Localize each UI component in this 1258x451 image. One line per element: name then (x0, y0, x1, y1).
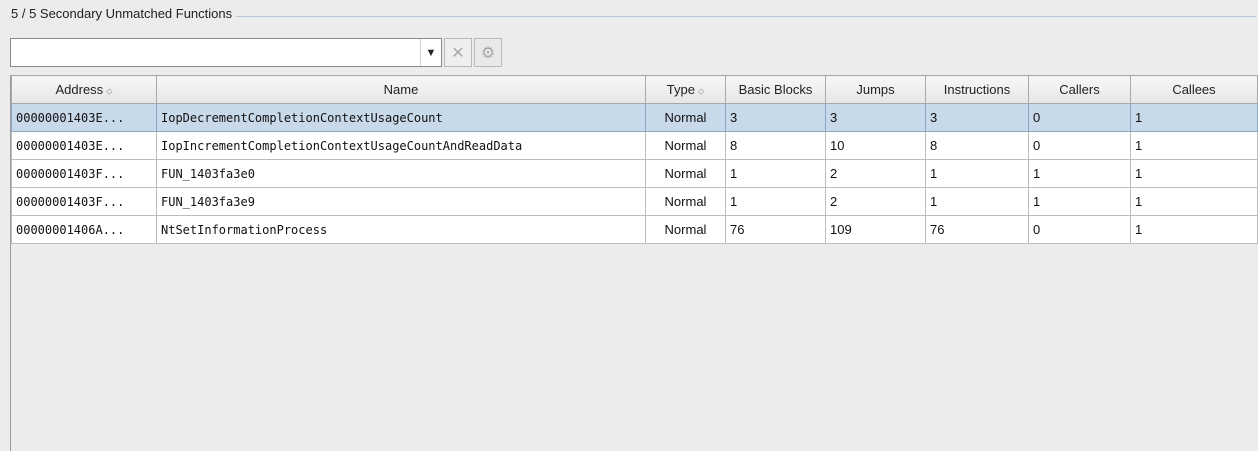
cell-address: 00000001403E... (11, 103, 157, 132)
cell-type: Normal (645, 187, 726, 216)
filter-input[interactable] (11, 39, 420, 66)
cell-basic-blocks: 1 (725, 187, 826, 216)
cell-basic-blocks: 8 (725, 131, 826, 160)
filter-toolbar: ▼ ✕ ⚙ (10, 37, 502, 68)
clear-filter-button[interactable]: ✕ (444, 38, 472, 67)
functions-table: Address ⬦ Name Type ⬦ Basic Blocks Jumps I… (10, 75, 1258, 451)
column-header-jumps[interactable]: Jumps (825, 75, 926, 104)
cell-name: IopDecrementCompletionContextUsageCount (156, 103, 646, 132)
column-header-instructions[interactable]: Instructions (925, 75, 1029, 104)
column-header-type[interactable]: Type ⬦ (645, 75, 726, 104)
table-row[interactable]: 00000001403E... IopDecrementCompletionCo… (11, 103, 1258, 132)
panel-title: 5 / 5 Secondary Unmatched Functions (11, 6, 237, 21)
cell-jumps: 2 (825, 159, 926, 188)
cell-name: IopIncrementCompletionContextUsageCountA… (156, 131, 646, 160)
cell-address: 00000001403E... (11, 131, 157, 160)
cell-instructions: 1 (925, 159, 1029, 188)
cell-basic-blocks: 1 (725, 159, 826, 188)
sort-icon: ⬦ (697, 86, 705, 96)
cell-type: Normal (645, 131, 726, 160)
dropdown-arrow-icon[interactable]: ▼ (420, 39, 441, 66)
cell-name: FUN_1403fa3e0 (156, 159, 646, 188)
table-row[interactable]: 00000001403F... FUN_1403fa3e0 Normal 1 2… (11, 159, 1258, 188)
cell-instructions: 1 (925, 187, 1029, 216)
cell-instructions: 76 (925, 215, 1029, 244)
cell-basic-blocks: 3 (725, 103, 826, 132)
cell-callers: 1 (1028, 187, 1131, 216)
x-icon: ✕ (451, 44, 465, 62)
cell-callees: 1 (1130, 131, 1258, 160)
cell-callees: 1 (1130, 103, 1258, 132)
column-header-name[interactable]: Name (156, 75, 646, 104)
cell-type: Normal (645, 159, 726, 188)
cell-name: FUN_1403fa3e9 (156, 187, 646, 216)
cell-address: 00000001403F... (11, 159, 157, 188)
filter-settings-button[interactable]: ⚙ (474, 38, 502, 67)
table-row[interactable]: 00000001403F... FUN_1403fa3e9 Normal 1 2… (11, 187, 1258, 216)
cell-instructions: 8 (925, 131, 1029, 160)
cell-address: 00000001406A... (11, 215, 157, 244)
cell-type: Normal (645, 215, 726, 244)
sort-icon: ⬦ (106, 86, 113, 96)
table-row[interactable]: 00000001403E... IopIncrementCompletionCo… (11, 131, 1258, 160)
gear-icon: ⚙ (480, 44, 496, 62)
column-header-basic-blocks[interactable]: Basic Blocks (725, 75, 826, 104)
cell-callers: 1 (1028, 159, 1131, 188)
cell-callers: 0 (1028, 215, 1131, 244)
cell-callees: 1 (1130, 187, 1258, 216)
column-header-address[interactable]: Address ⬦ (11, 75, 157, 104)
cell-name: NtSetInformationProcess (156, 215, 646, 244)
cell-jumps: 109 (825, 215, 926, 244)
table-header-row: Address ⬦ Name Type ⬦ Basic Blocks Jumps I… (11, 75, 1258, 104)
cell-callers: 0 (1028, 103, 1131, 132)
filter-combobox[interactable]: ▼ (10, 38, 442, 67)
cell-jumps: 10 (825, 131, 926, 160)
column-header-callees[interactable]: Callees (1130, 75, 1258, 104)
cell-callers: 0 (1028, 131, 1131, 160)
column-header-callers[interactable]: Callers (1028, 75, 1131, 104)
cell-address: 00000001403F... (11, 187, 157, 216)
cell-basic-blocks: 76 (725, 215, 826, 244)
cell-type: Normal (645, 103, 726, 132)
cell-callees: 1 (1130, 215, 1258, 244)
table-row[interactable]: 00000001406A... NtSetInformationProcess … (11, 215, 1258, 244)
cell-callees: 1 (1130, 159, 1258, 188)
cell-instructions: 3 (925, 103, 1029, 132)
cell-jumps: 2 (825, 187, 926, 216)
cell-jumps: 3 (825, 103, 926, 132)
